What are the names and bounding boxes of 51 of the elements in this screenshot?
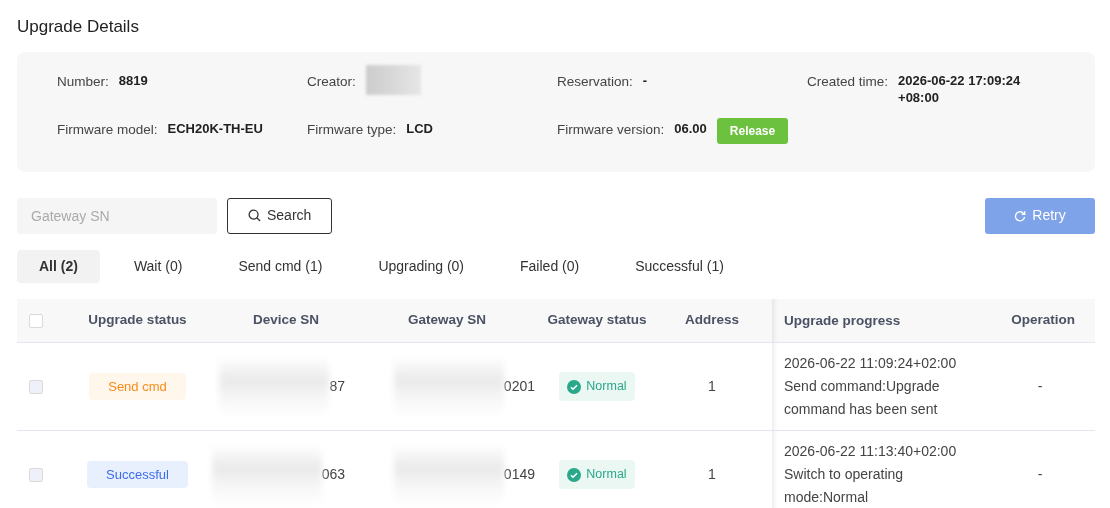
progress-message: Send command:Upgrade command has been sent — [784, 377, 941, 419]
progress-message: Switch to operating mode:Normal — [784, 465, 905, 507]
refresh-icon — [1014, 209, 1027, 222]
serial-number: 063 — [321, 465, 345, 484]
column-header: Upgrade status — [88, 312, 187, 328]
progress-time: 2026-06-22 11:09:24+02:00 — [784, 354, 958, 373]
serial-number: 0201 — [503, 377, 535, 396]
column-header: Gateway status — [547, 312, 647, 328]
gateway-status-tag: Normal — [559, 460, 635, 489]
field-value: - — [642, 71, 648, 89]
operation-value: - — [1037, 466, 1043, 482]
field-label: Firmware type: — [307, 120, 397, 139]
column-header: Address — [685, 312, 739, 328]
serial-number: 0149 — [503, 465, 535, 484]
field-value: ECH20K-TH-EU — [167, 119, 263, 137]
field-label: Reservation: — [557, 72, 633, 91]
status-tag: Successful — [87, 460, 188, 489]
gateway-status-tag: Normal — [559, 372, 635, 401]
search-field[interactable]: Gateway SN — [17, 197, 217, 234]
column-header: Gateway SN — [407, 312, 486, 328]
filter-tab[interactable]: Wait (0) — [111, 249, 205, 283]
field-value: 2026-06-22 17:09:24 +08:00 — [898, 71, 1022, 106]
serial-number: 87 — [329, 377, 345, 396]
status-tag: Send cmd — [89, 372, 186, 401]
field-value: LCD — [406, 119, 433, 137]
column-header: Device SN — [252, 312, 319, 328]
filter-tab[interactable]: Upgrading (0) — [356, 249, 487, 283]
field-label: Firmware model: — [57, 120, 158, 139]
field-label: Created time: — [807, 72, 889, 91]
checkbox[interactable] — [29, 313, 43, 328]
field-value: 8819 — [118, 71, 148, 89]
check-circle-icon — [567, 379, 582, 394]
search-icon — [248, 209, 261, 222]
filter-tab[interactable]: Send cmd (1) — [216, 249, 345, 283]
release-tag: Release — [716, 117, 789, 144]
column-header: Upgrade progress — [784, 312, 901, 328]
filter-tab[interactable]: All (2) — [17, 249, 100, 283]
operation-value: - — [1037, 378, 1043, 394]
field-value: 06.00 — [674, 119, 707, 137]
address-value: 1 — [708, 466, 716, 482]
check-circle-icon — [567, 467, 582, 482]
page-title: Upgrade Details — [17, 16, 140, 38]
field-label: Creator: — [307, 72, 356, 91]
field-label: Firmware version: — [557, 120, 665, 139]
progress-time: 2026-06-22 11:13:40+02:00 — [784, 442, 958, 461]
field-label: Number: — [57, 72, 109, 91]
column-header: Operation — [1011, 312, 1075, 328]
search-button[interactable]: Search — [227, 197, 333, 234]
address-value: 1 — [708, 378, 716, 394]
filter-tab[interactable]: Failed (0) — [498, 249, 602, 283]
filter-tab[interactable]: Successful (1) — [613, 249, 746, 283]
